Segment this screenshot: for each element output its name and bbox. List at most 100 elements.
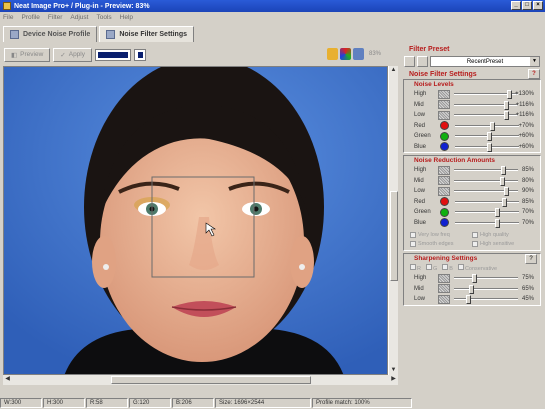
- menu-bar: File Profile Filter Adjust Tools Help: [0, 12, 545, 23]
- load-preset-icon[interactable]: [417, 56, 428, 67]
- menu-file[interactable]: File: [3, 14, 13, 21]
- color-wheel-icon[interactable]: [339, 48, 351, 60]
- vertical-scrollbar[interactable]: ▲ ▼: [388, 66, 398, 375]
- slider-knob[interactable]: [495, 218, 500, 228]
- checkbox[interactable]: [472, 231, 478, 238]
- level-slider[interactable]: [454, 166, 518, 176]
- slider-value: 70%: [521, 219, 534, 226]
- slider-row-high: High 75%: [404, 273, 540, 284]
- slider-row-mid: Mid +116%: [404, 100, 540, 111]
- scroll-up-icon[interactable]: ▲: [389, 66, 398, 75]
- horizontal-scrollbar[interactable]: ◀ ▶: [3, 375, 398, 385]
- status-bar: W:300 H:300 R:58 G:120 B:206 Size: 1696×…: [0, 396, 545, 409]
- level-slider[interactable]: [454, 274, 518, 284]
- frequency-swatch-icon: [438, 284, 450, 294]
- scroll-left-icon[interactable]: ◀: [3, 375, 12, 384]
- slider-row-green: Green +60%: [404, 131, 540, 142]
- slider-track: [455, 221, 519, 224]
- level-slider[interactable]: [455, 208, 519, 218]
- level-slider[interactable]: [455, 142, 519, 152]
- slider-knob[interactable]: [501, 166, 506, 176]
- menu-help[interactable]: Help: [120, 14, 133, 21]
- checkbox[interactable]: [410, 240, 416, 247]
- slider-label: Blue: [414, 219, 427, 226]
- slider-label: Green: [414, 133, 431, 140]
- slider-knob[interactable]: [502, 197, 507, 207]
- slider-label: High: [414, 275, 427, 282]
- level-slider[interactable]: [455, 218, 519, 228]
- scroll-right-icon[interactable]: ▶: [389, 375, 398, 384]
- tab-noise-filter-settings[interactable]: Noise Filter Settings: [99, 26, 194, 42]
- option-label: High quality: [480, 231, 509, 238]
- level-slider[interactable]: [455, 121, 519, 131]
- slider-track: [455, 124, 519, 127]
- slider-knob[interactable]: [500, 176, 505, 186]
- slider-knob[interactable]: [507, 90, 512, 100]
- preview-button[interactable]: ◧ Preview: [4, 47, 51, 62]
- checkbox[interactable]: [410, 231, 416, 238]
- slider-knob[interactable]: [472, 274, 477, 284]
- level-slider[interactable]: [454, 100, 518, 110]
- preset-dropdown[interactable]: RecentPreset ▼: [430, 56, 540, 67]
- option-high-sensitive[interactable]: High sensitive: [472, 239, 534, 248]
- option-label: Conservative: [464, 266, 498, 272]
- slider-knob[interactable]: [490, 121, 495, 131]
- channel-label: G: [432, 266, 438, 272]
- level-slider[interactable]: [454, 187, 518, 197]
- save-preset-icon[interactable]: [404, 56, 415, 67]
- color-selector[interactable]: [95, 48, 131, 61]
- color-picker-button[interactable]: [134, 48, 146, 61]
- channel-g[interactable]: G: [425, 264, 438, 272]
- menu-tools[interactable]: Tools: [96, 14, 111, 21]
- scroll-thumb[interactable]: [390, 191, 398, 281]
- option-label: High sensitive: [480, 240, 515, 247]
- slider-knob[interactable]: [487, 132, 492, 142]
- maximize-icon[interactable]: □: [522, 1, 532, 10]
- level-slider[interactable]: [454, 90, 518, 100]
- minimize-icon[interactable]: _: [511, 1, 521, 10]
- slider-knob[interactable]: [504, 187, 509, 197]
- color-chip: [137, 51, 143, 58]
- noise-filter-settings-title: Noise Filter Settings ?: [401, 69, 543, 79]
- level-slider[interactable]: [454, 284, 518, 294]
- level-slider[interactable]: [455, 132, 519, 142]
- menu-profile[interactable]: Profile: [21, 14, 39, 21]
- checkbox[interactable]: [410, 264, 416, 270]
- menu-filter[interactable]: Filter: [48, 14, 62, 21]
- checkbox[interactable]: [425, 264, 432, 270]
- hand-tool-icon[interactable]: [326, 48, 338, 60]
- slider-knob[interactable]: [469, 284, 474, 294]
- slider-knob[interactable]: [487, 142, 492, 152]
- color-dot-icon: [440, 197, 449, 207]
- slider-value: 80%: [521, 177, 534, 184]
- tab-device-noise-profile[interactable]: Device Noise Profile: [3, 26, 98, 42]
- zoom-tool-icon[interactable]: [352, 48, 364, 60]
- checkbox[interactable]: [472, 240, 478, 247]
- help-icon[interactable]: ?: [528, 69, 540, 79]
- close-icon[interactable]: ×: [533, 1, 543, 10]
- tab-label: Noise Filter Settings: [119, 31, 187, 38]
- checkbox[interactable]: [457, 264, 464, 270]
- option-smooth-edges[interactable]: Smooth edges: [410, 239, 472, 248]
- image-preview[interactable]: [3, 66, 388, 375]
- scroll-down-icon[interactable]: ▼: [389, 366, 398, 375]
- option-very-low-freq[interactable]: Very low freq: [410, 230, 472, 239]
- scroll-thumb[interactable]: [111, 376, 311, 384]
- menu-adjust[interactable]: Adjust: [70, 14, 88, 21]
- slider-knob[interactable]: [495, 208, 500, 218]
- apply-button[interactable]: ✓ Apply: [53, 47, 92, 62]
- channel-b[interactable]: B: [442, 264, 453, 272]
- slider-knob[interactable]: [504, 111, 509, 121]
- checkbox[interactable]: [442, 264, 449, 270]
- option-high-quality[interactable]: High quality: [472, 230, 534, 239]
- channel-r[interactable]: R: [410, 264, 421, 272]
- status-size: Size: 1696×2544: [215, 397, 311, 408]
- slider-knob[interactable]: [504, 100, 509, 110]
- level-slider[interactable]: [454, 111, 518, 121]
- help-icon[interactable]: ?: [525, 254, 537, 264]
- level-slider[interactable]: [454, 176, 518, 186]
- level-slider[interactable]: [454, 295, 518, 305]
- conservative-option[interactable]: Conservative: [457, 264, 498, 272]
- level-slider[interactable]: [455, 197, 519, 207]
- slider-knob[interactable]: [466, 295, 471, 305]
